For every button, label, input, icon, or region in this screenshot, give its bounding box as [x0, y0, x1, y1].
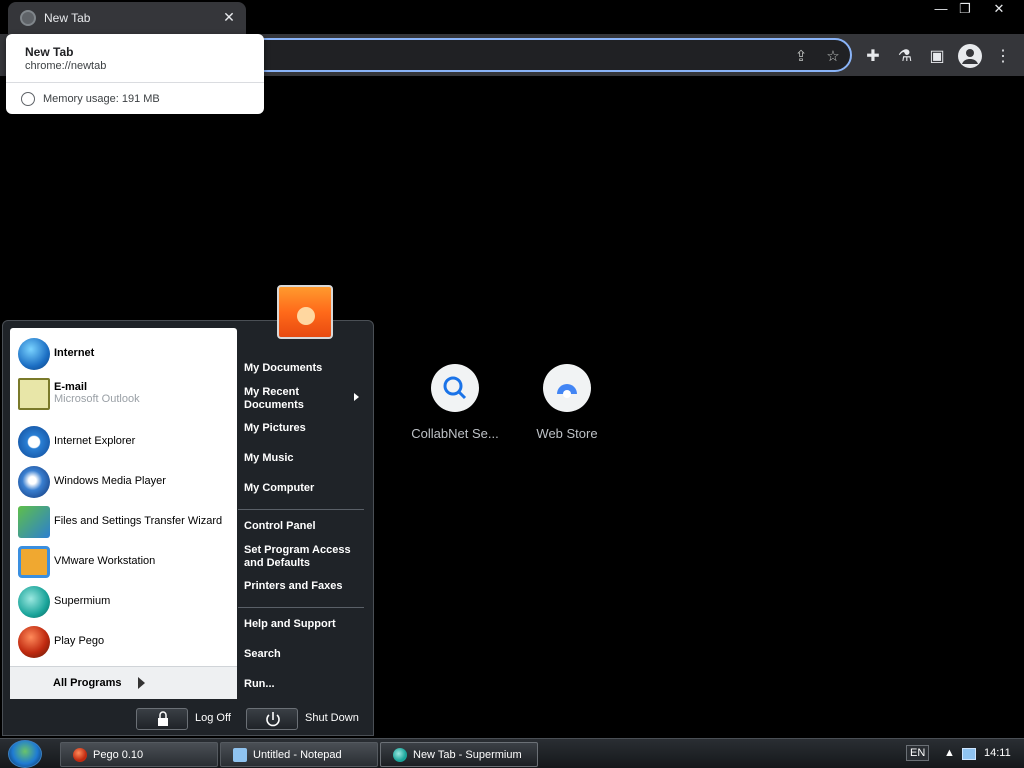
tab-new-tab[interactable]: New Tab ✕ — [8, 2, 246, 34]
language-indicator[interactable]: EN — [906, 745, 930, 761]
program-internet[interactable]: Internet — [16, 336, 231, 372]
program-internet-explorer[interactable]: Internet Explorer — [16, 424, 231, 460]
program-label: Windows Media Player — [54, 475, 166, 487]
pego-icon — [18, 626, 50, 658]
user-avatar[interactable] — [277, 285, 333, 339]
memory-usage: Memory usage: 191 MB — [43, 93, 160, 105]
search-icon — [431, 364, 479, 412]
program-label: Internet Explorer — [54, 435, 136, 447]
program-email[interactable]: E-mail Microsoft Outlook — [16, 376, 231, 412]
media-player-icon — [18, 466, 50, 498]
globe-icon — [20, 10, 36, 26]
submenu-arrow-icon — [354, 393, 359, 401]
program-label: Internet — [54, 347, 95, 359]
pego-icon — [73, 748, 87, 762]
arrow-right-icon — [138, 677, 145, 689]
log-off-button[interactable] — [136, 708, 188, 730]
program-label: Supermium — [54, 595, 111, 607]
taskbar-supermium[interactable]: New Tab - Supermium — [380, 742, 538, 767]
network-icon[interactable] — [962, 748, 976, 760]
menu-program-access[interactable]: Set Program Access and Defaults — [244, 544, 356, 570]
vmware-icon — [18, 546, 50, 578]
tab-strip: New Tab ✕ — ❐ ✕ — [0, 0, 1024, 34]
program-media-player[interactable]: Windows Media Player — [16, 464, 231, 500]
all-programs-button[interactable]: All Programs — [10, 666, 237, 699]
shortcut-webstore[interactable]: Web Store — [517, 364, 617, 441]
ie-icon — [18, 426, 50, 458]
power-icon — [266, 712, 280, 727]
clock[interactable]: 14:11 — [984, 747, 1011, 759]
shortcut-label: Web Store — [536, 426, 598, 441]
tab-hover-card: New Tab chrome://newtab Memory usage: 19… — [6, 34, 264, 114]
menu-my-computer[interactable]: My Computer — [244, 482, 314, 495]
programs-pane: Internet E-mail Microsoft Outlook Intern… — [10, 328, 237, 699]
supermium-icon — [393, 748, 407, 762]
shut-down-button[interactable] — [246, 708, 298, 730]
memory-gauge-icon — [21, 92, 35, 106]
program-label: E-mail — [54, 381, 88, 393]
window-close-icon[interactable]: ✕ — [984, 0, 1014, 18]
address-bar[interactable]: ⇪ ☆ — [240, 38, 852, 72]
taskbar-pego[interactable]: Pego 0.10 — [60, 742, 218, 767]
profile-icon[interactable] — [958, 44, 982, 68]
transfer-wizard-icon — [18, 506, 50, 538]
notepad-icon — [233, 748, 247, 762]
shortcut-label: CollabNet Se... — [411, 426, 499, 441]
menu-control-panel[interactable]: Control Panel — [244, 520, 316, 533]
sidepanel-icon[interactable]: ▣ — [926, 46, 948, 68]
divider — [6, 82, 264, 83]
program-label: Play Pego — [54, 635, 105, 647]
share-icon[interactable]: ⇪ — [792, 48, 810, 66]
menu-printers-faxes[interactable]: Printers and Faxes — [244, 580, 342, 593]
start-button[interactable] — [8, 740, 42, 768]
taskbar-label: New Tab - Supermium — [413, 749, 522, 761]
desktop: New Tab ✕ — ❐ ✕ ⇪ ☆ ✚ ⚗ ▣ ⋮ New Tab chro… — [0, 0, 1024, 768]
extensions-icon[interactable]: ✚ — [862, 46, 884, 68]
start-menu: Internet E-mail Microsoft Outlook Intern… — [2, 320, 374, 736]
program-vmware[interactable]: VMware Workstation — [16, 544, 231, 580]
separator — [238, 607, 364, 608]
program-sublabel: Microsoft Outlook — [54, 393, 140, 405]
program-transfer-wizard[interactable]: Files and Settings Transfer Wizard — [16, 504, 231, 540]
program-supermium[interactable]: Supermium — [16, 584, 231, 620]
lock-icon — [158, 711, 168, 726]
labs-icon[interactable]: ⚗ — [894, 46, 916, 68]
globe-icon — [18, 338, 50, 370]
tray-expand-icon[interactable]: ▲ — [944, 747, 955, 759]
shut-down-label: Shut Down — [305, 712, 359, 724]
separator — [238, 509, 364, 510]
all-programs-label: All Programs — [53, 677, 122, 689]
menu-my-recent-documents[interactable]: My Recent Documents — [244, 386, 344, 412]
tab-close-icon[interactable]: ✕ — [220, 8, 238, 26]
menu-help-support[interactable]: Help and Support — [244, 618, 336, 631]
outlook-icon — [18, 378, 50, 410]
menu-icon[interactable]: ⋮ — [992, 46, 1014, 68]
shortcut-collabnet[interactable]: CollabNet Se... — [405, 364, 505, 441]
program-label: VMware Workstation — [54, 555, 156, 567]
star-icon[interactable]: ☆ — [824, 48, 842, 66]
menu-search[interactable]: Search — [244, 648, 281, 661]
tab-title: New Tab — [44, 11, 91, 25]
taskbar-label: Untitled - Notepad — [253, 749, 342, 761]
menu-run[interactable]: Run... — [244, 678, 275, 691]
menu-my-pictures[interactable]: My Pictures — [244, 422, 306, 435]
menu-my-documents[interactable]: My Documents — [244, 362, 322, 375]
restore-icon[interactable]: ❐ — [950, 0, 980, 18]
menu-my-music[interactable]: My Music — [244, 452, 294, 465]
webstore-icon — [543, 364, 591, 412]
hovercard-title: New Tab — [25, 45, 74, 59]
log-off-label: Log Off — [195, 712, 231, 724]
program-label: Files and Settings Transfer Wizard — [54, 515, 223, 527]
taskbar: Pego 0.10 Untitled - Notepad New Tab - S… — [0, 738, 1024, 768]
taskbar-notepad[interactable]: Untitled - Notepad — [220, 742, 378, 767]
program-play-pego[interactable]: Play Pego — [16, 624, 231, 660]
hovercard-url: chrome://newtab — [25, 60, 107, 72]
supermium-icon — [18, 586, 50, 618]
taskbar-label: Pego 0.10 — [93, 749, 144, 761]
